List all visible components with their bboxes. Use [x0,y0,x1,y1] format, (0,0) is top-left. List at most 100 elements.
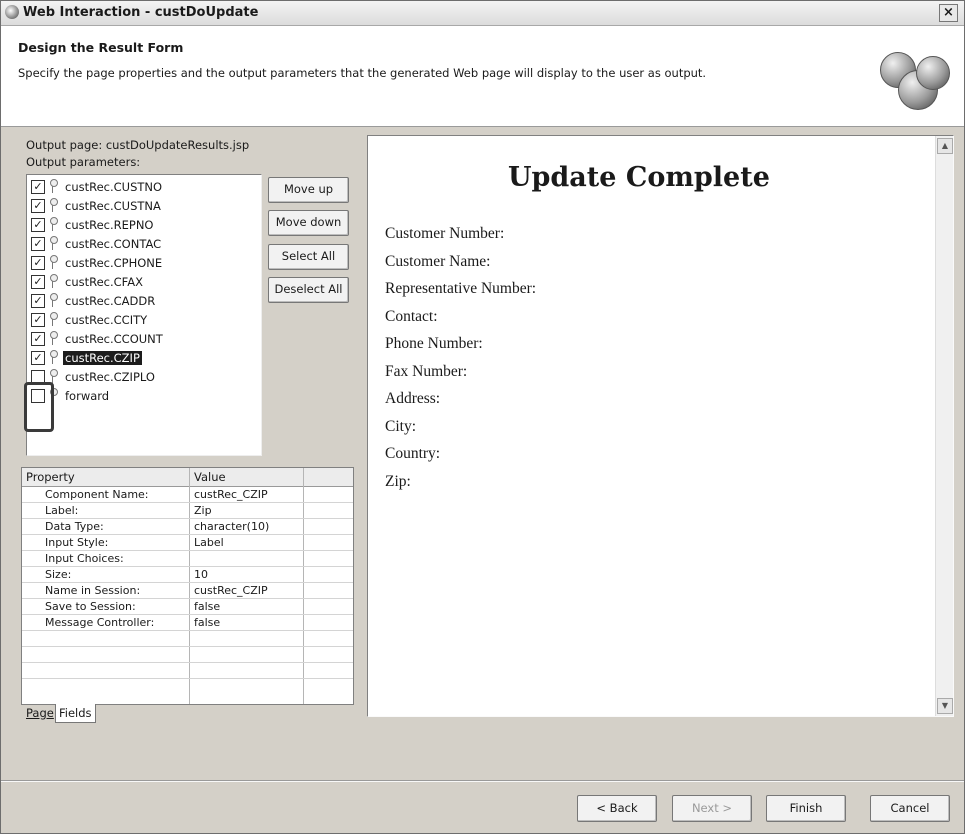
property-name: Component Name: [45,488,149,501]
preview-field-label: City: [385,418,417,435]
field-icon [48,236,58,250]
finish-button[interactable]: Finish [766,795,846,822]
move-up-button[interactable]: Move up [268,177,349,203]
scroll-up-icon[interactable]: ▲ [937,138,953,154]
property-name: Size: [45,568,72,581]
field-icon [48,198,58,212]
param-checkbox[interactable]: ✓ [31,180,45,194]
param-checkbox[interactable]: ✓ [31,275,45,289]
param-label: custRec.CUSTNA [65,199,161,213]
table-row[interactable]: Size: 10 [22,567,353,583]
preview-field-label: Phone Number: [385,335,483,352]
field-icon [48,255,58,269]
list-item[interactable]: ✓ custRec.CONTAC [31,235,251,254]
preview-scrollbar[interactable]: ▲ ▼ [935,136,953,716]
property-value[interactable]: false [194,616,220,629]
field-icon [48,217,58,231]
list-item[interactable]: ✓ custRec.CUSTNO [31,178,251,197]
list-item[interactable]: ✓ custRec.CCITY [31,311,251,330]
title-bar: Web Interaction - custDoUpdate × [1,1,964,26]
table-row[interactable]: Component Name: custRec_CZIP [22,487,353,503]
list-item[interactable]: ✓ custRec.CFAX [31,273,251,292]
preview-field-label: Customer Number: [385,225,505,242]
list-item[interactable]: ✓ custRec.CADDR [31,292,251,311]
wizard-header: Design the Result Form Specify the page … [1,26,964,127]
property-name: Name in Session: [45,584,141,597]
page-title: Design the Result Form [18,40,184,55]
property-name: Message Controller: [45,616,155,629]
param-label: custRec.CFAX [65,275,143,289]
list-item[interactable]: ✓ custRec.CUSTNA [31,197,251,216]
table-row[interactable]: Message Controller: false [22,615,353,631]
back-button[interactable]: < Back [577,795,657,822]
output-parameters-label: Output parameters: [26,155,141,169]
table-row[interactable]: Label: Zip [22,503,353,519]
preview-heading: Update Complete [508,162,770,193]
param-checkbox[interactable]: ✓ [31,218,45,232]
property-name: Data Type: [45,520,104,533]
param-label: custRec.CADDR [65,294,156,308]
list-item[interactable]: ✓ custRec.CCOUNT [31,330,251,349]
property-value[interactable]: false [194,600,220,613]
preview-field-label: Address: [385,390,441,407]
table-row[interactable]: Data Type: character(10) [22,519,353,535]
property-value[interactable]: custRec_CZIP [194,584,268,597]
param-label: custRec.REPNO [65,218,154,232]
param-label: custRec.CCOUNT [65,332,163,346]
list-item[interactable]: ✓ custRec.REPNO [31,216,251,235]
unchecked-highlight-box [24,382,54,432]
property-value[interactable]: character(10) [194,520,269,533]
list-item-selected[interactable]: ✓ custRec.CZIP [31,349,251,368]
list-item[interactable]: custRec.CZIPLO [31,368,251,387]
table-row [22,631,353,647]
output-page-label: Output page: custDoUpdateResults.jsp [26,138,250,152]
scroll-down-icon[interactable]: ▼ [937,698,953,714]
field-icon [48,369,58,383]
table-row[interactable]: Save to Session: false [22,599,353,615]
list-item[interactable]: ✓ custRec.CPHONE [31,254,251,273]
properties-table[interactable]: Property Value Component Name: custRec_CZ… [21,467,354,705]
param-label: custRec.CONTAC [65,237,162,251]
param-checkbox[interactable]: ✓ [31,332,45,346]
field-icon [48,312,58,326]
cancel-button[interactable]: Cancel [870,795,950,822]
table-row[interactable]: Input Style: Label [22,535,353,551]
next-button[interactable]: Next > [672,795,752,822]
field-icon [48,331,58,345]
property-value[interactable]: Label [194,536,224,549]
table-row[interactable]: Input Choices: [22,551,353,567]
param-checkbox[interactable]: ✓ [31,351,45,365]
deselect-all-button[interactable]: Deselect All [268,277,349,303]
tab-page[interactable]: Page [23,704,57,722]
param-checkbox[interactable]: ✓ [31,237,45,251]
param-checkbox[interactable]: ✓ [31,199,45,213]
value-column-header: Value [194,470,226,484]
param-checkbox[interactable]: ✓ [31,294,45,308]
property-value[interactable]: custRec_CZIP [194,488,268,501]
move-down-button[interactable]: Move down [268,210,349,236]
table-row[interactable]: Name in Session: custRec_CZIP [22,583,353,599]
field-icon [48,350,58,364]
close-button[interactable]: × [939,4,958,22]
param-label: custRec.CPHONE [65,256,163,270]
preview-field-label: Representative Number: [385,280,537,297]
property-value[interactable]: 10 [194,568,208,581]
property-column-header: Property [26,470,75,484]
property-value[interactable]: Zip [194,504,212,517]
wizard-window: Web Interaction - custDoUpdate × Design … [0,0,965,834]
tab-fields[interactable]: Fields [55,704,96,723]
table-row [22,663,353,679]
param-checkbox[interactable]: ✓ [31,256,45,270]
select-all-button[interactable]: Select All [268,244,349,270]
app-icon [5,5,19,19]
list-item[interactable]: forward [31,387,251,406]
param-checkbox[interactable]: ✓ [31,313,45,327]
param-label: custRec.CZIPLO [65,370,155,384]
preview-field-label: Contact: [385,308,438,325]
page-preview: Update Complete Customer Number: Custome… [367,135,954,717]
param-label: custRec.CCITY [65,313,148,327]
globe-icon [880,46,950,116]
output-parameters-list[interactable]: ✓ custRec.CUSTNO ✓ custRec.CUSTNA ✓ cust… [26,174,262,456]
param-label: forward [65,389,110,403]
param-label: custRec.CUSTNO [65,180,163,194]
